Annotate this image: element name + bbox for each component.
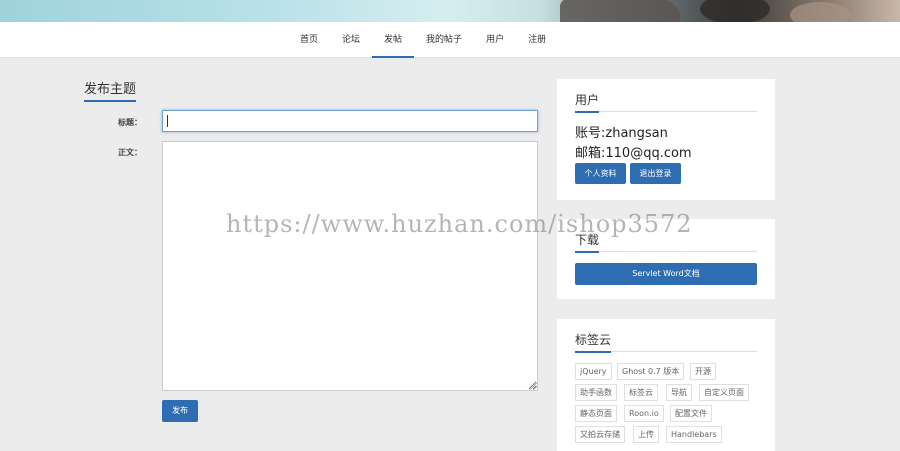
user-panel-heading: 用户 <box>575 91 600 113</box>
nav-item-users[interactable]: 用户 <box>474 22 516 58</box>
account-text: 账号:zhangsan <box>575 126 668 141</box>
tag-item[interactable]: jQuery <box>575 363 612 380</box>
page-title: 发布主题 <box>84 78 137 102</box>
content-textarea[interactable] <box>162 141 538 391</box>
tag-item[interactable]: 助手函数 <box>575 384 617 401</box>
tag-item[interactable]: Roon.io <box>624 405 664 422</box>
tag-item[interactable]: Ghost 0.7 版本 <box>617 363 685 380</box>
download-word-button[interactable]: Servlet Word文档 <box>575 263 757 285</box>
email-text: 邮箱:110@qq.com <box>575 146 692 161</box>
banner-decoration <box>560 0 680 22</box>
top-navigation: 首页 论坛 发帖 我的帖子 用户 注册 <box>0 22 900 58</box>
tag-cloud-heading: 标签云 <box>575 331 612 353</box>
title-input[interactable] <box>162 110 538 132</box>
tag-item[interactable]: Handlebars <box>666 426 722 443</box>
nav-item-my-posts[interactable]: 我的帖子 <box>414 22 474 58</box>
title-label: 标题： <box>118 118 142 127</box>
nav-item-register[interactable]: 注册 <box>516 22 558 58</box>
tag-item[interactable]: 开源 <box>690 363 716 380</box>
content-label: 正文： <box>118 148 142 157</box>
profile-button[interactable]: 个人资料 <box>575 163 626 184</box>
banner-decoration <box>790 2 850 22</box>
resize-handle-icon[interactable] <box>530 383 537 390</box>
tag-item[interactable]: 又拍云存储 <box>575 426 625 443</box>
tag-item[interactable]: 标签云 <box>624 384 658 401</box>
text-cursor <box>167 115 168 127</box>
tag-cloud-panel: 标签云 jQuery Ghost 0.7 版本 开源 助手函数 标签云 导航 自… <box>557 319 775 451</box>
tag-item[interactable]: 上传 <box>633 426 659 443</box>
nav-item-new-post[interactable]: 发帖 <box>372 22 415 58</box>
download-panel-title: 下载 <box>575 231 757 253</box>
publish-button[interactable]: 发布 <box>162 400 198 422</box>
banner-decoration <box>700 0 770 22</box>
header-banner-image <box>0 0 900 22</box>
nav-item-home[interactable]: 首页 <box>288 22 330 58</box>
logout-button[interactable]: 退出登录 <box>630 163 681 184</box>
tag-item[interactable]: 导航 <box>666 384 692 401</box>
tag-item[interactable]: 配置文件 <box>670 405 712 422</box>
nav-menu: 首页 论坛 发帖 我的帖子 用户 注册 <box>288 22 558 58</box>
nav-item-forum[interactable]: 论坛 <box>330 22 372 58</box>
user-panel-title: 用户 <box>575 91 757 113</box>
tag-cloud-title: 标签云 <box>575 331 757 353</box>
download-panel: 下载 Servlet Word文档 <box>557 219 775 299</box>
tag-item[interactable]: 自定义页面 <box>699 384 749 401</box>
tag-item[interactable]: 静态页面 <box>575 405 617 422</box>
download-panel-heading: 下载 <box>575 231 600 253</box>
user-panel: 用户 账号:zhangsan 邮箱:110@qq.com 个人资料 退出登录 <box>557 79 775 200</box>
